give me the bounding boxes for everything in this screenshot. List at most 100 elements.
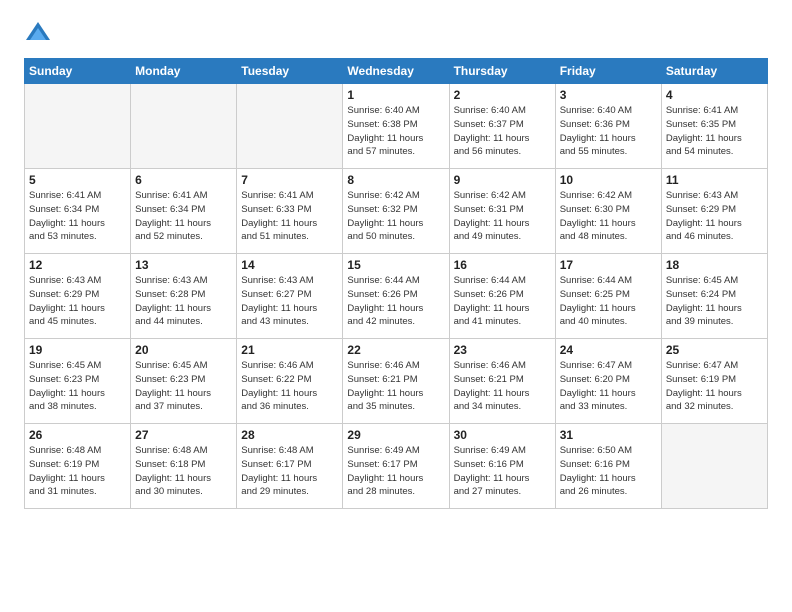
day-header-monday: Monday [131,59,237,84]
calendar-cell: 3 Sunrise: 6:40 AM Sunset: 6:36 PM Daylig… [555,84,661,169]
calendar-cell: 7Sunrise: 6:41 AM Sunset: 6:33 PM Daylig… [237,169,343,254]
calendar-cell [237,84,343,169]
calendar-cell: 18 Sunrise: 6:45 AM Sunset: 6:24 PM Dayli… [661,254,767,339]
day-info: Sunrise: 6:50 AM Sunset: 6:16 PM Dayligh… [560,444,657,499]
day-number: 19 [29,343,126,357]
day-header-friday: Friday [555,59,661,84]
week-row-1: 1 Sunrise: 6:40 AM Sunset: 6:38 PM Daylig… [25,84,768,169]
day-number: 29 [347,428,444,442]
day-info: Sunrise: 6:40 AM Sunset: 6:38 PM Dayligh… [347,104,444,159]
day-info: Sunrise: 6:47 AM Sunset: 6:20 PM Dayligh… [560,359,657,414]
day-info: Sunrise: 6:41 AM Sunset: 6:35 PM Dayligh… [666,104,763,159]
calendar-cell: 23 Sunrise: 6:46 AM Sunset: 6:21 PM Dayli… [449,339,555,424]
calendar-cell: 12 Sunrise: 6:43 AM Sunset: 6:29 PM Dayli… [25,254,131,339]
day-info: Sunrise: 6:45 AM Sunset: 6:23 PM Dayligh… [29,359,126,414]
day-header-tuesday: Tuesday [237,59,343,84]
day-number: 10 [560,173,657,187]
day-number: 23 [454,343,551,357]
day-number: 4 [666,88,763,102]
day-info: Sunrise: 6:48 AM Sunset: 6:17 PM Dayligh… [241,444,338,499]
day-info: Sunrise: 6:40 AM Sunset: 6:37 PM Dayligh… [454,104,551,159]
day-number: 21 [241,343,338,357]
calendar-cell: 19 Sunrise: 6:45 AM Sunset: 6:23 PM Dayli… [25,339,131,424]
calendar-cell: 11 Sunrise: 6:43 AM Sunset: 6:29 PM Dayli… [661,169,767,254]
day-number: 13 [135,258,232,272]
day-info: Sunrise: 6:46 AM Sunset: 6:21 PM Dayligh… [347,359,444,414]
day-info: Sunrise: 6:41 AM Sunset: 6:33 PM Dayligh… [241,189,338,244]
day-number: 20 [135,343,232,357]
day-number: 5 [29,173,126,187]
day-info: Sunrise: 6:43 AM Sunset: 6:29 PM Dayligh… [29,274,126,329]
day-info: Sunrise: 6:44 AM Sunset: 6:25 PM Dayligh… [560,274,657,329]
calendar: SundayMondayTuesdayWednesdayThursdayFrid… [24,58,768,509]
week-row-4: 19 Sunrise: 6:45 AM Sunset: 6:23 PM Dayli… [25,339,768,424]
day-info: Sunrise: 6:41 AM Sunset: 6:34 PM Dayligh… [29,189,126,244]
logo [24,20,56,48]
day-number: 8 [347,173,444,187]
day-info: Sunrise: 6:47 AM Sunset: 6:19 PM Dayligh… [666,359,763,414]
logo-icon [24,20,52,48]
day-info: Sunrise: 6:48 AM Sunset: 6:19 PM Dayligh… [29,444,126,499]
calendar-cell: 8 Sunrise: 6:42 AM Sunset: 6:32 PM Daylig… [343,169,449,254]
day-number: 3 [560,88,657,102]
calendar-cell: 28 Sunrise: 6:48 AM Sunset: 6:17 PM Dayli… [237,424,343,509]
calendar-cell: 29 Sunrise: 6:49 AM Sunset: 6:17 PM Dayli… [343,424,449,509]
calendar-cell: 25 Sunrise: 6:47 AM Sunset: 6:19 PM Dayli… [661,339,767,424]
calendar-cell: 20 Sunrise: 6:45 AM Sunset: 6:23 PM Dayli… [131,339,237,424]
day-number: 9 [454,173,551,187]
day-info: Sunrise: 6:40 AM Sunset: 6:36 PM Dayligh… [560,104,657,159]
calendar-cell: 13Sunrise: 6:43 AM Sunset: 6:28 PM Dayli… [131,254,237,339]
day-number: 28 [241,428,338,442]
calendar-cell: 9 Sunrise: 6:42 AM Sunset: 6:31 PM Daylig… [449,169,555,254]
calendar-cell: 31 Sunrise: 6:50 AM Sunset: 6:16 PM Dayli… [555,424,661,509]
day-number: 11 [666,173,763,187]
calendar-cell [661,424,767,509]
calendar-cell: 2 Sunrise: 6:40 AM Sunset: 6:37 PM Daylig… [449,84,555,169]
day-number: 1 [347,88,444,102]
day-number: 6 [135,173,232,187]
header [24,20,768,48]
calendar-cell: 1 Sunrise: 6:40 AM Sunset: 6:38 PM Daylig… [343,84,449,169]
day-info: Sunrise: 6:49 AM Sunset: 6:17 PM Dayligh… [347,444,444,499]
day-info: Sunrise: 6:45 AM Sunset: 6:24 PM Dayligh… [666,274,763,329]
day-header-saturday: Saturday [661,59,767,84]
day-info: Sunrise: 6:49 AM Sunset: 6:16 PM Dayligh… [454,444,551,499]
day-info: Sunrise: 6:42 AM Sunset: 6:32 PM Dayligh… [347,189,444,244]
week-row-5: 26 Sunrise: 6:48 AM Sunset: 6:19 PM Dayli… [25,424,768,509]
day-info: Sunrise: 6:48 AM Sunset: 6:18 PM Dayligh… [135,444,232,499]
day-info: Sunrise: 6:44 AM Sunset: 6:26 PM Dayligh… [347,274,444,329]
calendar-cell: 6Sunrise: 6:41 AM Sunset: 6:34 PM Daylig… [131,169,237,254]
calendar-cell: 24Sunrise: 6:47 AM Sunset: 6:20 PM Dayli… [555,339,661,424]
day-info: Sunrise: 6:43 AM Sunset: 6:27 PM Dayligh… [241,274,338,329]
day-info: Sunrise: 6:42 AM Sunset: 6:31 PM Dayligh… [454,189,551,244]
day-number: 31 [560,428,657,442]
day-number: 26 [29,428,126,442]
day-info: Sunrise: 6:45 AM Sunset: 6:23 PM Dayligh… [135,359,232,414]
day-number: 12 [29,258,126,272]
day-header-thursday: Thursday [449,59,555,84]
day-number: 25 [666,343,763,357]
calendar-cell: 30 Sunrise: 6:49 AM Sunset: 6:16 PM Dayli… [449,424,555,509]
day-number: 14 [241,258,338,272]
calendar-cell: 14 Sunrise: 6:43 AM Sunset: 6:27 PM Dayli… [237,254,343,339]
page: SundayMondayTuesdayWednesdayThursdayFrid… [0,0,792,529]
day-number: 2 [454,88,551,102]
day-info: Sunrise: 6:43 AM Sunset: 6:29 PM Dayligh… [666,189,763,244]
day-header-sunday: Sunday [25,59,131,84]
calendar-cell: 5 Sunrise: 6:41 AM Sunset: 6:34 PM Daylig… [25,169,131,254]
day-number: 30 [454,428,551,442]
day-info: Sunrise: 6:46 AM Sunset: 6:21 PM Dayligh… [454,359,551,414]
calendar-cell [25,84,131,169]
calendar-cell: 22 Sunrise: 6:46 AM Sunset: 6:21 PM Dayli… [343,339,449,424]
day-info: Sunrise: 6:46 AM Sunset: 6:22 PM Dayligh… [241,359,338,414]
calendar-cell: 4 Sunrise: 6:41 AM Sunset: 6:35 PM Daylig… [661,84,767,169]
day-number: 15 [347,258,444,272]
day-info: Sunrise: 6:42 AM Sunset: 6:30 PM Dayligh… [560,189,657,244]
calendar-cell: 16Sunrise: 6:44 AM Sunset: 6:26 PM Dayli… [449,254,555,339]
day-number: 22 [347,343,444,357]
calendar-cell: 17 Sunrise: 6:44 AM Sunset: 6:25 PM Dayli… [555,254,661,339]
day-number: 17 [560,258,657,272]
day-number: 27 [135,428,232,442]
day-number: 18 [666,258,763,272]
calendar-cell: 21 Sunrise: 6:46 AM Sunset: 6:22 PM Dayli… [237,339,343,424]
